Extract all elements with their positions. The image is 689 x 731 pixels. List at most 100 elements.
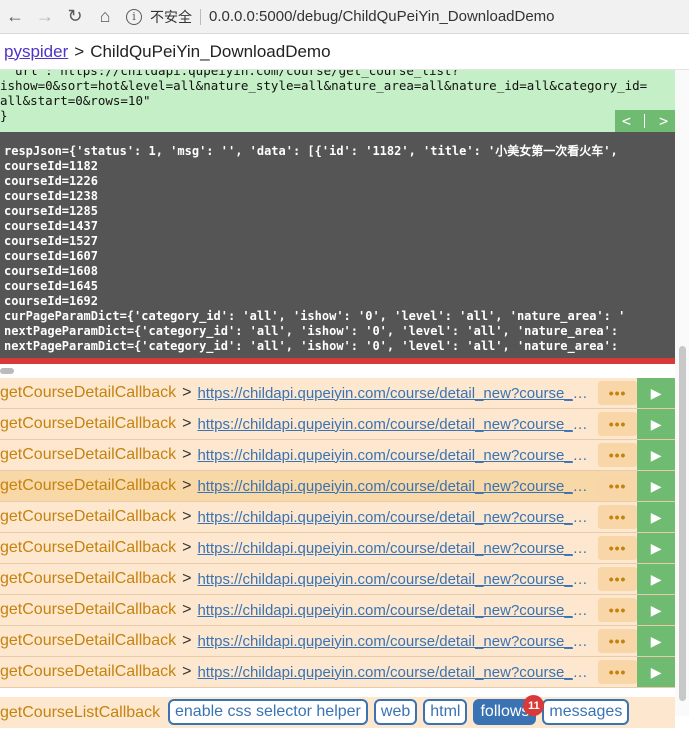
follow-url-link[interactable]: https://childapi.qupeiyin.com/course/det… bbox=[197, 571, 589, 588]
bottom-toolbar: enable css selector helper web html foll… bbox=[168, 695, 630, 725]
follow-row[interactable]: getCourseDetailCallback > https://childapi… bbox=[0, 378, 675, 409]
project-name: ChildQuPeiYin_DownloadDemo bbox=[90, 41, 331, 61]
vertical-scrollbar[interactable] bbox=[675, 346, 689, 716]
follow-row[interactable]: getCourseDetailCallback > https://childapi… bbox=[0, 440, 675, 471]
home-icon[interactable]: ⌂ bbox=[90, 2, 120, 32]
follow-url-link[interactable]: https://childapi.qupeiyin.com/course/det… bbox=[197, 633, 589, 650]
follows-list: getCourseDetailCallback > https://childapi… bbox=[0, 378, 689, 688]
callback-name: getCourseDetailCallback bbox=[0, 601, 177, 618]
play-icon[interactable]: ▶ bbox=[637, 502, 675, 532]
callback-name: getCourseDetailCallback bbox=[0, 539, 177, 556]
more-options-icon[interactable]: ••• bbox=[597, 505, 638, 529]
log-line: courseId=1527 bbox=[4, 234, 98, 248]
arrow-separator: > bbox=[182, 477, 192, 494]
follows-count-badge: 11 bbox=[523, 695, 545, 716]
more-options-icon[interactable]: ••• bbox=[597, 536, 638, 560]
follow-url-link[interactable]: https://childapi.qupeiyin.com/course/det… bbox=[197, 447, 589, 464]
more-options-icon[interactable]: ••• bbox=[597, 443, 638, 467]
divider bbox=[200, 8, 201, 25]
scrollbar-thumb[interactable] bbox=[679, 346, 686, 701]
html-tab[interactable]: html bbox=[423, 699, 468, 725]
request-line: ishow=0&sort=hot&level=all&nature_style=… bbox=[0, 78, 648, 93]
insecure-label: 不安全 bbox=[150, 8, 192, 25]
arrow-separator: > bbox=[182, 570, 192, 587]
request-line: all&start=0&rows=10" bbox=[0, 93, 151, 108]
reload-icon[interactable]: ↻ bbox=[60, 2, 90, 32]
log-line: nextPageParamDict={'category_id': 'all',… bbox=[4, 339, 619, 353]
request-line: } bbox=[0, 108, 8, 123]
callback-name: getCourseDetailCallback bbox=[0, 508, 177, 525]
callback-name: getCourseDetailCallback bbox=[0, 570, 177, 587]
more-options-icon[interactable]: ••• bbox=[597, 660, 638, 684]
play-icon[interactable]: ▶ bbox=[637, 440, 675, 470]
log-line: respJson={'status': 1, 'msg': '', 'data'… bbox=[4, 144, 618, 158]
log-line: courseId=1285 bbox=[4, 204, 98, 218]
callback-name: getCourseDetailCallback bbox=[0, 446, 177, 463]
more-options-icon[interactable]: ••• bbox=[597, 567, 638, 591]
follow-row[interactable]: getCourseDetailCallback > https://childapi… bbox=[0, 409, 675, 440]
log-line: courseId=1437 bbox=[4, 219, 98, 233]
log-line: courseId=1607 bbox=[4, 249, 98, 263]
more-options-icon[interactable]: ••• bbox=[597, 629, 638, 653]
more-options-icon[interactable]: ••• bbox=[597, 474, 638, 498]
play-icon[interactable]: ▶ bbox=[637, 657, 675, 687]
prev-task-button[interactable]: < bbox=[622, 113, 631, 129]
play-icon[interactable]: ▶ bbox=[637, 533, 675, 563]
horizontal-scrollbar[interactable] bbox=[0, 364, 689, 378]
more-options-icon[interactable]: ••• bbox=[597, 598, 638, 622]
next-task-button[interactable]: > bbox=[659, 113, 668, 129]
log-line: courseId=1238 bbox=[4, 189, 98, 203]
info-icon[interactable]: i bbox=[126, 8, 142, 25]
task-pager: < > bbox=[615, 110, 675, 132]
pyspider-home-link[interactable]: pyspider bbox=[4, 42, 68, 62]
follow-row[interactable]: getCourseDetailCallback > https://childapi… bbox=[0, 657, 675, 688]
more-options-icon[interactable]: ••• bbox=[597, 412, 638, 436]
follow-url-link[interactable]: https://childapi.qupeiyin.com/course/det… bbox=[197, 385, 589, 402]
callback-name: getCourseListCallback bbox=[0, 703, 161, 721]
callback-name: getCourseDetailCallback bbox=[0, 663, 177, 680]
play-icon[interactable]: ▶ bbox=[637, 471, 675, 501]
play-icon[interactable]: ▶ bbox=[637, 595, 675, 625]
follow-url-link[interactable]: https://childapi.qupeiyin.com/course/det… bbox=[197, 509, 589, 526]
follow-url-link[interactable]: https://childapi.qupeiyin.com/course/det… bbox=[197, 540, 589, 557]
follows-label: follows bbox=[480, 703, 530, 720]
more-options-icon[interactable]: ••• bbox=[597, 381, 638, 405]
callback-name: getCourseDetailCallback bbox=[0, 632, 177, 649]
arrow-separator: > bbox=[182, 384, 192, 401]
follow-url-link[interactable]: https://childapi.qupeiyin.com/course/det… bbox=[197, 416, 589, 433]
web-tab[interactable]: web bbox=[373, 699, 418, 725]
url-text[interactable]: 0.0.0.0:5000/debug/ChildQuPeiYin_Downloa… bbox=[209, 8, 555, 25]
request-text: url : https://childapi.qupeiyin.com/cour… bbox=[0, 70, 675, 123]
follows-tab[interactable]: follows 11 bbox=[473, 695, 545, 725]
play-icon[interactable]: ▶ bbox=[637, 378, 675, 408]
css-selector-helper-button[interactable]: enable css selector helper bbox=[168, 699, 368, 725]
arrow-separator: > bbox=[182, 663, 192, 680]
follow-url-link[interactable]: https://childapi.qupeiyin.com/course/det… bbox=[197, 664, 589, 681]
address-bar[interactable]: i 不安全 0.0.0.0:5000/debug/ChildQuPeiYin_D… bbox=[126, 4, 689, 30]
play-icon[interactable]: ▶ bbox=[637, 626, 675, 656]
follow-row[interactable]: getCourseDetailCallback > https://childapi… bbox=[0, 595, 675, 626]
callback-name: getCourseDetailCallback bbox=[0, 415, 177, 432]
scrollbar-thumb[interactable] bbox=[0, 368, 14, 374]
log-line: nextPageParamDict={'category_id': 'all',… bbox=[4, 324, 619, 338]
log-line: courseId=1182 bbox=[4, 159, 98, 173]
play-icon[interactable]: ▶ bbox=[637, 564, 675, 594]
callback-name: getCourseDetailCallback bbox=[0, 477, 177, 494]
messages-tab[interactable]: messages bbox=[542, 699, 630, 725]
follow-row[interactable]: getCourseDetailCallback > https://childapi… bbox=[0, 626, 675, 657]
back-arrow-icon[interactable]: ← bbox=[0, 2, 30, 32]
arrow-separator: > bbox=[182, 601, 192, 618]
follow-row[interactable]: getCourseDetailCallback > https://childapi… bbox=[0, 564, 675, 595]
follow-row[interactable]: getCourseDetailCallback > https://childapi… bbox=[0, 471, 675, 502]
follow-row[interactable]: getCourseDetailCallback > https://childapi… bbox=[0, 533, 675, 564]
follow-url-link[interactable]: https://childapi.qupeiyin.com/course/det… bbox=[197, 478, 589, 495]
request-line: url : https://childapi.qupeiyin.com/cour… bbox=[0, 70, 460, 78]
follow-url-link[interactable]: https://childapi.qupeiyin.com/course/det… bbox=[197, 602, 589, 619]
browser-toolbar: ← → ↻ ⌂ i 不安全 0.0.0.0:5000/debug/ChildQu… bbox=[0, 0, 689, 34]
pager-divider bbox=[644, 114, 646, 128]
log-line: courseId=1226 bbox=[4, 174, 98, 188]
play-icon[interactable]: ▶ bbox=[637, 409, 675, 439]
follow-row[interactable]: getCourseDetailCallback > https://childapi… bbox=[0, 502, 675, 533]
arrow-separator: > bbox=[182, 508, 192, 525]
forward-arrow-icon[interactable]: → bbox=[30, 2, 60, 32]
